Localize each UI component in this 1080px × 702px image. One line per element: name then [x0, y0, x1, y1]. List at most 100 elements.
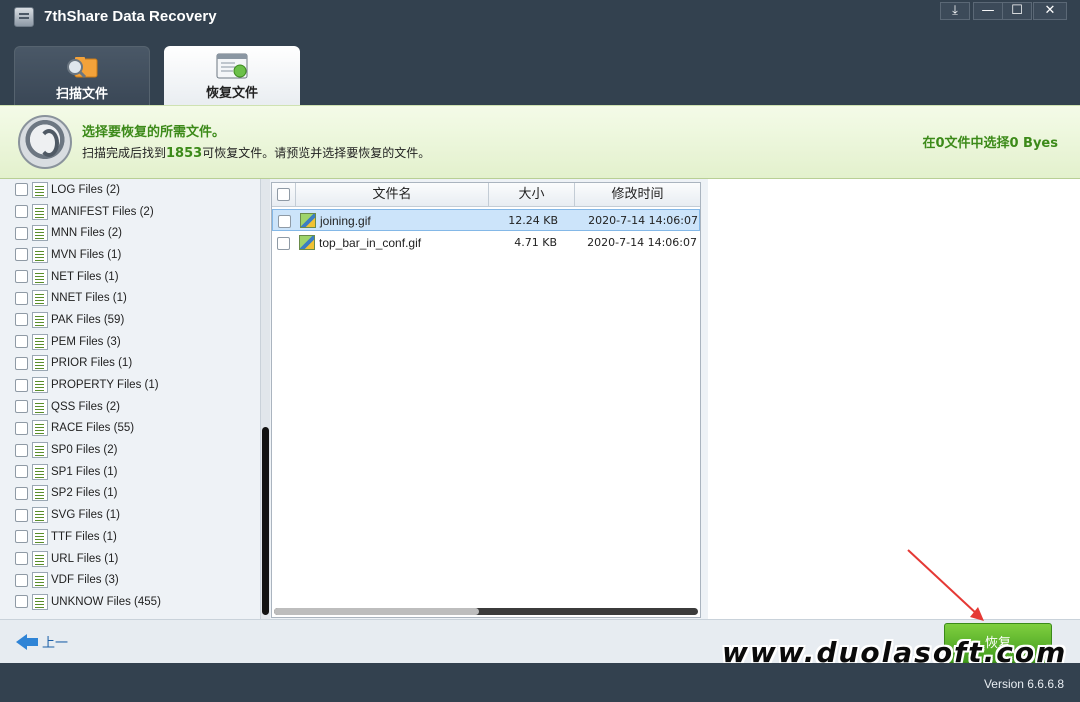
tree-item-checkbox[interactable]	[15, 421, 28, 435]
download-icon[interactable]: ⤓	[940, 2, 970, 20]
info-banner: 选择要恢复的所需文件。 扫描完成后找到1853可恢复文件。请预览并选择要恢复的文…	[0, 105, 1080, 179]
tree-item-checkbox[interactable]	[15, 530, 28, 544]
tree-item[interactable]: SP1 Files (1)	[12, 461, 262, 483]
tree-item[interactable]: RACE Files (55)	[12, 418, 262, 440]
table-row[interactable]: top_bar_in_conf.gif 4.71 KB 2020-7-14 14:0…	[272, 232, 700, 254]
tree-item[interactable]: NET Files (1)	[12, 266, 262, 288]
tree-item[interactable]: URL Files (1)	[12, 548, 262, 570]
tree-item-checkbox[interactable]	[15, 400, 28, 414]
tree-item-label: RACE Files (55)	[51, 422, 135, 435]
row-checkbox[interactable]	[278, 215, 291, 228]
tree-item[interactable]: NNET Files (1)	[12, 287, 262, 309]
tree-item-checkbox[interactable]	[15, 378, 28, 392]
tree-item[interactable]: SP0 Files (2)	[12, 439, 262, 461]
file-type-icon	[32, 572, 48, 589]
file-type-icon	[32, 290, 48, 307]
tree-item-checkbox[interactable]	[15, 552, 28, 566]
tree-item-label: SP0 Files (2)	[51, 444, 118, 457]
tree-item-checkbox[interactable]	[15, 595, 28, 609]
close-button[interactable]: ✕	[1033, 2, 1067, 20]
file-type-icon	[32, 528, 48, 545]
tree-item-checkbox[interactable]	[15, 465, 28, 479]
tree-item[interactable]: PROPERTY Files (1)	[12, 374, 262, 396]
tree-item-checkbox[interactable]	[15, 335, 28, 349]
column-header-name[interactable]: 文件名	[296, 183, 489, 207]
file-list-hscrollbar-thumb[interactable]	[274, 608, 479, 615]
banner-sub-suffix: 可恢复文件。请预览并选择要恢复的文件。	[202, 146, 431, 160]
tree-item-checkbox[interactable]	[15, 226, 28, 240]
tree-item[interactable]: MANIFEST Files (2)	[12, 201, 262, 223]
file-type-icon	[32, 398, 48, 415]
tree-item-checkbox[interactable]	[15, 313, 28, 327]
file-type-icon	[32, 268, 48, 285]
tree-item[interactable]: PEM Files (3)	[12, 331, 262, 353]
tree-item-label: URL Files (1)	[51, 552, 119, 565]
file-name: joining.gif	[320, 214, 371, 228]
tree-item[interactable]: TTF Files (1)	[12, 526, 262, 548]
tree-item-label: PAK Files (59)	[51, 313, 125, 326]
file-modified: 2020-7-14 14:06:07	[588, 214, 698, 227]
table-row[interactable]: joining.gif 12.24 KB 2020-7-14 14:06:07	[272, 209, 700, 231]
preview-pane	[708, 179, 1080, 619]
tree-item-checkbox[interactable]	[15, 205, 28, 219]
file-list-header: 文件名 大小 修改时间	[272, 183, 700, 207]
tree-item-label: NET Files (1)	[51, 270, 119, 283]
tree-item[interactable]: PAK Files (59)	[12, 309, 262, 331]
tree-scrollbar-thumb[interactable]	[262, 427, 269, 615]
tab-scan-files[interactable]: 扫描文件	[14, 46, 150, 106]
tree-item-label: VDF Files (3)	[51, 574, 119, 587]
banner-sub-prefix: 扫描完成后找到	[82, 146, 167, 160]
tree-item-label: LOG Files (2)	[51, 183, 121, 196]
file-name: top_bar_in_conf.gif	[319, 236, 422, 250]
file-type-icon	[32, 377, 48, 394]
tree-item-label: PEM Files (3)	[51, 335, 121, 348]
tree-item-checkbox[interactable]	[15, 508, 28, 522]
tree-scrollbar[interactable]	[260, 179, 270, 619]
found-count: 1853	[166, 146, 203, 161]
file-type-icon	[32, 311, 48, 328]
tree-item[interactable]: UNKNOW Files (455)	[12, 591, 262, 613]
file-type-icon	[32, 203, 48, 220]
window-title: 7thShare Data Recovery	[44, 8, 217, 25]
file-size: 4.71 KB	[514, 236, 557, 249]
tree-item[interactable]: LOG Files (2)	[12, 179, 262, 201]
tab-recover-label: 恢复文件	[205, 86, 258, 101]
tree-item-checkbox[interactable]	[15, 291, 28, 305]
back-button[interactable]: 上一	[16, 632, 68, 651]
tree-item[interactable]: VDF Files (3)	[12, 569, 262, 591]
file-type-icon	[32, 442, 48, 459]
tree-item-checkbox[interactable]	[15, 486, 28, 500]
column-header-size[interactable]: 大小	[489, 183, 575, 207]
tree-item-checkbox[interactable]	[15, 183, 28, 197]
tree-item[interactable]: PRIOR Files (1)	[12, 353, 262, 375]
gif-file-icon	[300, 213, 316, 228]
tab-recover-files[interactable]: 恢复文件	[164, 46, 300, 106]
tree-item[interactable]: SVG Files (1)	[12, 504, 262, 526]
tree-item[interactable]: MVN Files (1)	[12, 244, 262, 266]
tree-item-label: PROPERTY Files (1)	[51, 379, 159, 392]
file-type-icon	[32, 333, 48, 350]
tree-item[interactable]: SP2 Files (1)	[12, 483, 262, 505]
maximize-button[interactable]: ☐	[1002, 2, 1032, 20]
tree-item-checkbox[interactable]	[15, 270, 28, 284]
tree-item-label: UNKNOW Files (455)	[51, 595, 161, 608]
file-type-icon	[32, 463, 48, 480]
arrow-left-icon	[16, 633, 38, 650]
column-header-modified[interactable]: 修改时间	[575, 183, 700, 207]
tree-item-checkbox[interactable]	[15, 356, 28, 370]
tree-item-checkbox[interactable]	[15, 573, 28, 587]
file-list: 文件名 大小 修改时间 joining.gif 12.24 KB 2020-7-14…	[271, 182, 701, 618]
title-bar: 7thShare Data Recovery ⤓ — ☐ ✕	[0, 0, 1080, 34]
app-window: 7thShare Data Recovery ⤓ — ☐ ✕ 扫描文件 恢复文件…	[0, 0, 1080, 702]
tree-item-label: NNET Files (1)	[51, 292, 127, 305]
row-checkbox[interactable]	[277, 237, 290, 250]
tree-item-checkbox[interactable]	[15, 248, 28, 262]
file-type-icon	[32, 225, 48, 242]
tree-item[interactable]: MNN Files (2)	[12, 222, 262, 244]
tree-item[interactable]: QSS Files (2)	[12, 396, 262, 418]
tree-item-checkbox[interactable]	[15, 443, 28, 457]
minimize-button[interactable]: —	[973, 2, 1003, 20]
select-all-checkbox[interactable]	[277, 188, 290, 201]
file-list-hscrollbar[interactable]	[274, 608, 698, 615]
file-type-icon	[32, 485, 48, 502]
